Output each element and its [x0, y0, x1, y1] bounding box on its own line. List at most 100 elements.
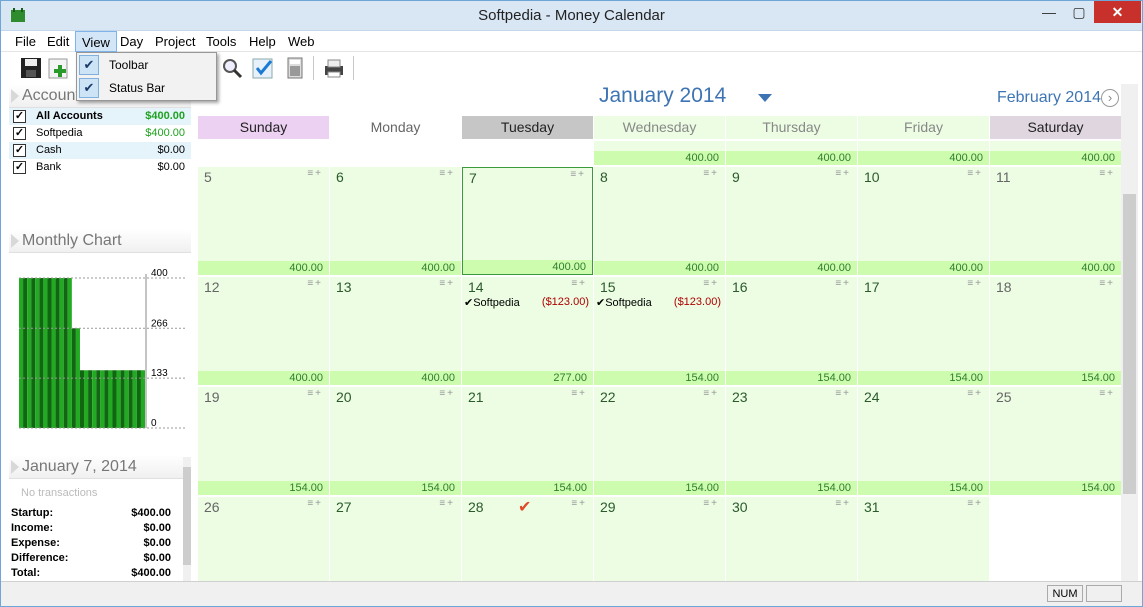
account-row[interactable]: ✓ Cash $0.00	[9, 142, 191, 159]
day-actions-icon[interactable]: ≡+	[1099, 168, 1115, 179]
day-actions-icon[interactable]: ≡+	[967, 498, 983, 509]
calendar-day-cell[interactable]: 13 ≡+ 400.00	[330, 277, 461, 385]
day-actions-icon[interactable]: ≡+	[703, 168, 719, 179]
day-panel-scrollbar[interactable]	[183, 457, 191, 581]
add-transaction-icon[interactable]	[47, 56, 71, 80]
day-actions-icon[interactable]: ≡+	[307, 498, 323, 509]
day-actions-icon[interactable]: ≡+	[439, 168, 455, 179]
day-actions-icon[interactable]: ≡+	[967, 278, 983, 289]
account-row[interactable]: ✓ Bank $0.00	[9, 159, 191, 176]
day-balance: 154.00	[594, 371, 725, 385]
menu-tools[interactable]: Tools	[200, 31, 242, 52]
day-actions-icon[interactable]: ≡+	[307, 168, 323, 179]
day-actions-icon[interactable]: ≡+	[439, 388, 455, 399]
transaction-item[interactable]: ✔Softpedia ($123.00)	[464, 296, 591, 310]
calendar-day-cell[interactable]: 15 ≡+ ✔Softpedia ($123.00) 154.00	[594, 277, 725, 385]
menu-option-status-bar[interactable]: ✔ Status Bar	[77, 77, 216, 99]
calendar-scrollbar[interactable]	[1121, 84, 1138, 581]
scrollbar-thumb[interactable]	[1123, 194, 1136, 494]
calendar-day-cell[interactable]: 5 ≡+ 400.00	[198, 167, 329, 275]
calendar-day-cell[interactable]: 8 ≡+ 400.00	[594, 167, 725, 275]
day-actions-icon[interactable]: ≡+	[571, 388, 587, 399]
calendar-day-cell[interactable]: 400.00	[726, 141, 857, 165]
calendar-day-cell[interactable]: 400.00	[594, 141, 725, 165]
day-actions-icon[interactable]: ≡+	[1099, 278, 1115, 289]
next-month-arrow-icon[interactable]: ›	[1101, 89, 1119, 107]
checkbox[interactable]: ✓	[13, 127, 26, 140]
checkbox[interactable]: ✓	[13, 144, 26, 157]
monthly-chart-header[interactable]: Monthly Chart	[9, 229, 191, 253]
day-actions-icon[interactable]: ≡+	[835, 498, 851, 509]
day-actions-icon[interactable]: ≡+	[439, 498, 455, 509]
calendar-day-cell[interactable]: 12 ≡+ 400.00	[198, 277, 329, 385]
calendar-day-cell[interactable]: 26 ≡+	[198, 497, 329, 581]
next-month-link[interactable]: February 2014	[997, 89, 1101, 107]
account-row[interactable]: ✓ All Accounts $400.00	[9, 108, 191, 125]
menu-edit[interactable]: Edit	[41, 31, 75, 52]
calendar-day-cell[interactable]: 27 ≡+	[330, 497, 461, 581]
menu-view[interactable]: View	[75, 31, 117, 52]
calendar-day-cell[interactable]: 29 ≡+	[594, 497, 725, 581]
day-actions-icon[interactable]: ≡+	[967, 388, 983, 399]
day-actions-icon[interactable]: ≡+	[439, 278, 455, 289]
calendar-day-cell[interactable]: 10 ≡+ 400.00	[858, 167, 989, 275]
menu-option-toolbar[interactable]: ✔ Toolbar	[77, 54, 216, 76]
day-actions-icon[interactable]: ≡+	[570, 169, 586, 180]
account-value: $400.00	[145, 110, 185, 122]
calculator-icon[interactable]	[283, 56, 307, 80]
calendar-day-cell[interactable]: 31 ≡+	[858, 497, 989, 581]
calendar-day-cell[interactable]: 20 ≡+ 154.00	[330, 387, 461, 495]
menu-project[interactable]: Project	[149, 31, 201, 52]
menu-help[interactable]: Help	[243, 31, 282, 52]
calendar-day-cell[interactable]: 17 ≡+ 154.00	[858, 277, 989, 385]
day-balance: 400.00	[198, 261, 329, 275]
calendar-day-cell[interactable]: 11 ≡+ 400.00	[990, 167, 1121, 275]
close-button[interactable]: ✕	[1094, 1, 1141, 23]
calendar-day-cell[interactable]: 23 ≡+ 154.00	[726, 387, 857, 495]
day-actions-icon[interactable]: ≡+	[571, 278, 587, 289]
calendar-day-cell[interactable]: 22 ≡+ 154.00	[594, 387, 725, 495]
calendar-day-cell[interactable]: 400.00	[858, 141, 989, 165]
day-actions-icon[interactable]: ≡+	[835, 168, 851, 179]
day-actions-icon[interactable]: ≡+	[703, 278, 719, 289]
calendar-day-cell[interactable]: 16 ≡+ 154.00	[726, 277, 857, 385]
day-actions-icon[interactable]: ≡+	[703, 498, 719, 509]
day-balance: 400.00	[594, 151, 725, 165]
day-actions-icon[interactable]: ≡+	[703, 388, 719, 399]
month-dropdown-icon[interactable]	[758, 94, 772, 102]
calendar-day-cell[interactable]: 18 ≡+ 154.00	[990, 277, 1121, 385]
day-actions-icon[interactable]: ≡+	[835, 388, 851, 399]
menu-web[interactable]: Web	[282, 31, 321, 52]
minimize-button[interactable]: —	[1034, 1, 1064, 23]
day-actions-icon[interactable]: ≡+	[307, 388, 323, 399]
calendar-day-cell[interactable]: 21 ≡+ 154.00	[462, 387, 593, 495]
calendar-day-cell[interactable]: 6 ≡+ 400.00	[330, 167, 461, 275]
checkbox[interactable]: ✓	[13, 161, 26, 174]
calendar-day-cell[interactable]: 24 ≡+ 154.00	[858, 387, 989, 495]
checkbox[interactable]: ✓	[13, 110, 26, 123]
calendar-day-cell[interactable]: 28 ≡+ ✔	[462, 497, 593, 581]
search-icon[interactable]	[220, 56, 244, 80]
menu-day[interactable]: Day	[114, 31, 149, 52]
account-row[interactable]: ✓ Softpedia $400.00	[9, 125, 191, 142]
calendar-day-cell[interactable]: 30 ≡+	[726, 497, 857, 581]
day-actions-icon[interactable]: ≡+	[967, 168, 983, 179]
scrollbar-thumb[interactable]	[183, 467, 191, 565]
calendar-day-cell[interactable]: 400.00	[990, 141, 1121, 165]
calendar-day-cell[interactable]: 19 ≡+ 154.00	[198, 387, 329, 495]
maximize-button[interactable]: ▢	[1064, 1, 1094, 23]
calendar-day-cell[interactable]: 14 ≡+ ✔Softpedia ($123.00) 277.00	[462, 277, 593, 385]
print-icon[interactable]	[322, 56, 346, 80]
calendar-day-cell[interactable]: 25 ≡+ 154.00	[990, 387, 1121, 495]
transaction-item[interactable]: ✔Softpedia ($123.00)	[596, 296, 723, 310]
day-actions-icon[interactable]: ≡+	[835, 278, 851, 289]
calendar-day-cell[interactable]: 9 ≡+ 400.00	[726, 167, 857, 275]
day-header[interactable]: January 7, 2014	[9, 455, 183, 479]
save-icon[interactable]	[19, 56, 43, 80]
menu-file[interactable]: File	[9, 31, 42, 52]
reconcile-icon[interactable]	[251, 56, 275, 80]
day-actions-icon[interactable]: ≡+	[571, 498, 587, 509]
day-actions-icon[interactable]: ≡+	[307, 278, 323, 289]
day-actions-icon[interactable]: ≡+	[1099, 388, 1115, 399]
calendar-day-cell[interactable]: 7 ≡+ 400.00	[462, 167, 593, 275]
